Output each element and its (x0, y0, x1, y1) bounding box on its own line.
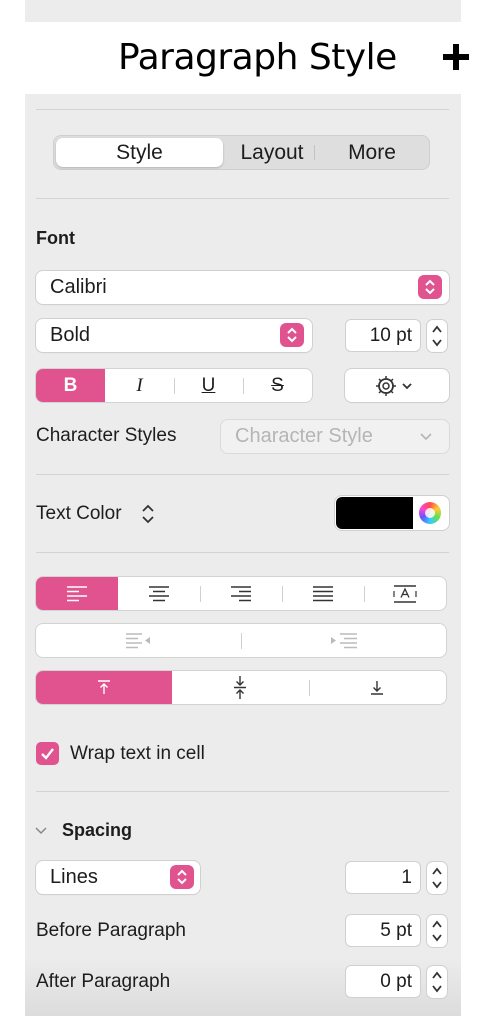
divider (36, 791, 449, 792)
spacing-section-label[interactable]: Spacing (62, 820, 132, 841)
increase-indent-button[interactable] (241, 624, 446, 657)
color-swatch[interactable] (336, 497, 413, 529)
updown-chevron-icon (280, 323, 304, 347)
align-bottom-button[interactable] (309, 671, 446, 704)
align-top-button[interactable] (36, 671, 172, 704)
typeface-popup[interactable]: Bold (36, 319, 312, 352)
auto-align-button[interactable] (364, 577, 446, 610)
after-paragraph-stepper[interactable] (427, 966, 447, 998)
text-color-label[interactable]: Text Color (36, 503, 122, 525)
align-right-button[interactable] (200, 577, 282, 610)
format-tabs: Style Layout More (53, 135, 430, 170)
updown-chevron-icon (170, 865, 194, 889)
align-middle-button[interactable] (172, 671, 309, 704)
character-style-value: Character Style (235, 425, 373, 447)
divider (36, 552, 449, 553)
updown-chevron-icon[interactable] (141, 503, 155, 525)
color-wheel-icon[interactable] (419, 502, 441, 524)
checkmark-icon (41, 748, 54, 760)
after-paragraph-field[interactable]: 0 pt (346, 966, 420, 997)
spacing-mode-value: Lines (50, 866, 98, 888)
wrap-text-label[interactable]: Wrap text in cell (70, 743, 205, 765)
divider (36, 109, 449, 110)
divider (36, 474, 449, 475)
line-spacing-field[interactable]: 1 (346, 862, 420, 893)
before-paragraph-stepper[interactable] (427, 915, 447, 947)
divider (36, 198, 449, 199)
horizontal-alignment-buttons (36, 577, 446, 610)
font-section-label: Font (36, 228, 75, 248)
font-size-stepper[interactable] (427, 320, 447, 352)
tab-layout[interactable]: Layout (226, 136, 318, 169)
plus-icon[interactable] (440, 41, 472, 73)
wrap-text-checkbox[interactable] (36, 742, 59, 765)
decrease-indent-icon (126, 633, 150, 649)
before-paragraph-label: Before Paragraph (36, 920, 186, 941)
align-left-button[interactable] (36, 577, 118, 610)
decrease-indent-button[interactable] (36, 624, 241, 657)
advanced-options-button[interactable] (345, 369, 449, 402)
character-style-popup[interactable]: Character Style (221, 420, 449, 453)
font-style-buttons: B I U S (36, 369, 312, 402)
auto-align-icon (393, 585, 417, 603)
align-left-icon (67, 586, 87, 602)
paragraph-style-title: Paragraph Style (118, 37, 397, 78)
typeface-value: Bold (50, 324, 91, 346)
align-bottom-icon (371, 681, 383, 695)
font-size-field[interactable]: 10 pt (346, 320, 420, 351)
updown-chevron-icon (418, 275, 442, 299)
align-middle-icon (234, 676, 246, 699)
gear-chevron-icon (376, 376, 412, 396)
text-color-well[interactable] (335, 496, 449, 530)
tab-style[interactable]: Style (56, 136, 223, 169)
character-styles-label: Character Styles (36, 425, 177, 446)
paragraph-style-header[interactable]: Paragraph Style (10, 22, 480, 94)
disclosure-chevron-icon[interactable] (34, 826, 48, 836)
align-top-icon (98, 680, 110, 694)
italic-button[interactable]: I (105, 369, 174, 402)
before-paragraph-field[interactable]: 5 pt (346, 915, 420, 946)
justify-button[interactable] (282, 577, 364, 610)
spacing-mode-popup[interactable]: Lines (36, 861, 200, 894)
chevron-down-icon (420, 433, 432, 441)
line-spacing-stepper[interactable] (427, 862, 447, 894)
justify-icon (313, 586, 333, 602)
after-paragraph-label: After Paragraph (36, 971, 171, 992)
strikethrough-button[interactable]: S (243, 369, 312, 402)
increase-indent-icon (331, 633, 357, 649)
align-center-icon (149, 586, 169, 602)
font-family-value: Calibri (50, 276, 107, 298)
align-center-button[interactable] (118, 577, 200, 610)
align-right-icon (231, 586, 251, 602)
bold-button[interactable]: B (36, 369, 105, 402)
indent-buttons (36, 624, 446, 657)
vertical-alignment-buttons (36, 671, 446, 704)
tab-more[interactable]: More (326, 136, 418, 169)
font-family-popup[interactable]: Calibri (36, 271, 449, 304)
underline-button[interactable]: U (174, 369, 243, 402)
